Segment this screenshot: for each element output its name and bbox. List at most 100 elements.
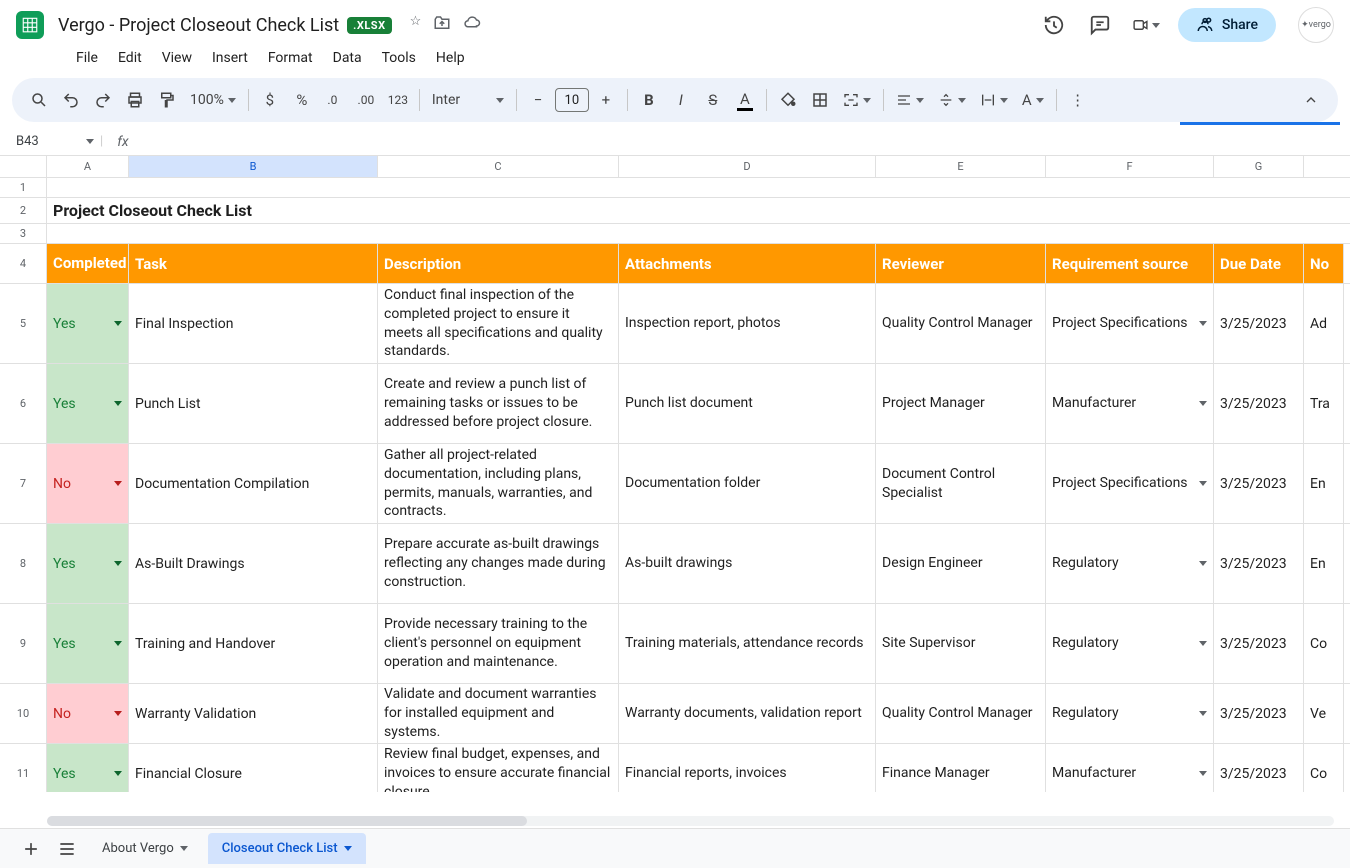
collapse-toolbar-icon[interactable] (1296, 85, 1326, 115)
row-header[interactable]: 1 (0, 178, 47, 197)
col-header[interactable]: B (129, 156, 378, 177)
description-cell[interactable]: Review final budget, expenses, and invoi… (378, 744, 619, 792)
requirement-cell[interactable]: Regulatory (1046, 684, 1214, 743)
notes-cell[interactable]: Ad (1304, 284, 1344, 363)
star-icon[interactable]: ☆ (410, 14, 422, 36)
requirement-cell[interactable]: Manufacturer (1046, 364, 1214, 443)
undo-icon[interactable] (56, 85, 86, 115)
search-icon[interactable] (24, 85, 54, 115)
sheet-tab-about[interactable]: About Vergo (88, 833, 202, 864)
row-header[interactable]: 2 (0, 198, 47, 223)
sheets-logo[interactable] (10, 5, 50, 45)
completed-cell[interactable]: Yes (47, 744, 129, 792)
currency-icon[interactable]: $ (255, 85, 285, 115)
description-cell[interactable]: Gather all project-related documentation… (378, 444, 619, 523)
formula-input[interactable] (129, 128, 1350, 155)
row-header[interactable]: 11 (0, 744, 47, 792)
header-cell[interactable]: Due Date (1214, 244, 1304, 283)
requirement-cell[interactable]: Regulatory (1046, 524, 1214, 603)
history-icon[interactable] (1040, 11, 1068, 39)
header-cell[interactable]: Task (129, 244, 378, 283)
task-cell[interactable]: As-Built Drawings (129, 524, 378, 603)
horizontal-scrollbar[interactable] (47, 814, 1334, 828)
notes-cell[interactable]: Co (1304, 744, 1344, 792)
requirement-cell[interactable]: Regulatory (1046, 604, 1214, 683)
attachments-cell[interactable]: Financial reports, invoices (619, 744, 876, 792)
task-cell[interactable]: Punch List (129, 364, 378, 443)
spreadsheet-grid[interactable]: A B C D E F G 1 2Project Closeout Check … (0, 156, 1350, 828)
cloud-status-icon[interactable] (463, 14, 481, 36)
col-header[interactable]: E (876, 156, 1046, 177)
row-header[interactable]: 6 (0, 364, 47, 443)
description-cell[interactable]: Validate and document warranties for ins… (378, 684, 619, 743)
document-title[interactable]: Vergo - Project Closeout Check List (58, 15, 339, 36)
notes-cell[interactable]: En (1304, 524, 1344, 603)
more-formats-icon[interactable]: 123 (383, 85, 413, 115)
requirement-cell[interactable]: Project Specifications (1046, 444, 1214, 523)
header-cell[interactable]: Reviewer (876, 244, 1046, 283)
notes-cell[interactable]: En (1304, 444, 1344, 523)
wrap-icon[interactable] (974, 85, 1014, 115)
completed-cell[interactable]: Yes (47, 284, 129, 363)
notes-cell[interactable]: Tra (1304, 364, 1344, 443)
zoom-select[interactable]: 100% (184, 85, 242, 115)
row-header[interactable]: 10 (0, 684, 47, 743)
row-header[interactable]: 9 (0, 604, 47, 683)
notes-cell[interactable]: Co (1304, 604, 1344, 683)
menu-tools[interactable]: Tools (374, 48, 424, 72)
col-header[interactable]: F (1046, 156, 1214, 177)
add-sheet-icon[interactable] (16, 834, 46, 864)
due-date-cell[interactable]: 3/25/2023 (1214, 744, 1304, 792)
completed-cell[interactable]: Yes (47, 524, 129, 603)
attachments-cell[interactable]: Inspection report, photos (619, 284, 876, 363)
attachments-cell[interactable]: As-built drawings (619, 524, 876, 603)
italic-icon[interactable]: I (666, 85, 696, 115)
row-header[interactable]: 8 (0, 524, 47, 603)
due-date-cell[interactable]: 3/25/2023 (1214, 524, 1304, 603)
reviewer-cell[interactable]: Project Manager (876, 364, 1046, 443)
completed-cell[interactable]: Yes (47, 364, 129, 443)
borders-icon[interactable] (805, 85, 835, 115)
valign-icon[interactable] (932, 85, 972, 115)
all-sheets-icon[interactable] (52, 834, 82, 864)
redo-icon[interactable] (88, 85, 118, 115)
font-size-input[interactable]: 10 (555, 88, 589, 112)
menu-insert[interactable]: Insert (204, 48, 256, 72)
decrease-font-icon[interactable]: − (523, 85, 553, 115)
sheet-title-cell[interactable]: Project Closeout Check List (47, 198, 1350, 223)
completed-cell[interactable]: Yes (47, 604, 129, 683)
percent-icon[interactable]: % (287, 85, 317, 115)
menu-file[interactable]: File (68, 48, 106, 72)
task-cell[interactable]: Warranty Validation (129, 684, 378, 743)
requirement-cell[interactable]: Manufacturer (1046, 744, 1214, 792)
select-all-corner[interactable] (0, 156, 47, 177)
description-cell[interactable]: Prepare accurate as-built drawings refle… (378, 524, 619, 603)
header-cell[interactable]: Completed (47, 244, 129, 283)
description-cell[interactable]: Create and review a punch list of remain… (378, 364, 619, 443)
description-cell[interactable]: Provide necessary training to the client… (378, 604, 619, 683)
bold-icon[interactable]: B (634, 85, 664, 115)
account-avatar[interactable]: ✦vergo (1298, 7, 1334, 43)
strike-icon[interactable]: S (698, 85, 728, 115)
reviewer-cell[interactable]: Quality Control Manager (876, 284, 1046, 363)
paint-format-icon[interactable] (152, 85, 182, 115)
completed-cell[interactable]: No (47, 444, 129, 523)
task-cell[interactable]: Final Inspection (129, 284, 378, 363)
col-header[interactable]: D (619, 156, 876, 177)
attachments-cell[interactable]: Documentation folder (619, 444, 876, 523)
meet-button[interactable] (1132, 11, 1160, 39)
row-header[interactable]: 7 (0, 444, 47, 523)
reviewer-cell[interactable]: Quality Control Manager (876, 684, 1046, 743)
header-cell[interactable]: No (1304, 244, 1344, 283)
col-header[interactable]: G (1214, 156, 1304, 177)
move-icon[interactable] (433, 14, 451, 36)
reviewer-cell[interactable]: Design Engineer (876, 524, 1046, 603)
due-date-cell[interactable]: 3/25/2023 (1214, 284, 1304, 363)
increase-font-icon[interactable]: + (591, 85, 621, 115)
fill-color-icon[interactable] (773, 85, 803, 115)
task-cell[interactable]: Training and Handover (129, 604, 378, 683)
requirement-cell[interactable]: Project Specifications (1046, 284, 1214, 363)
sheet-tab-closeout[interactable]: Closeout Check List (208, 833, 366, 864)
reviewer-cell[interactable]: Document Control Specialist (876, 444, 1046, 523)
due-date-cell[interactable]: 3/25/2023 (1214, 364, 1304, 443)
